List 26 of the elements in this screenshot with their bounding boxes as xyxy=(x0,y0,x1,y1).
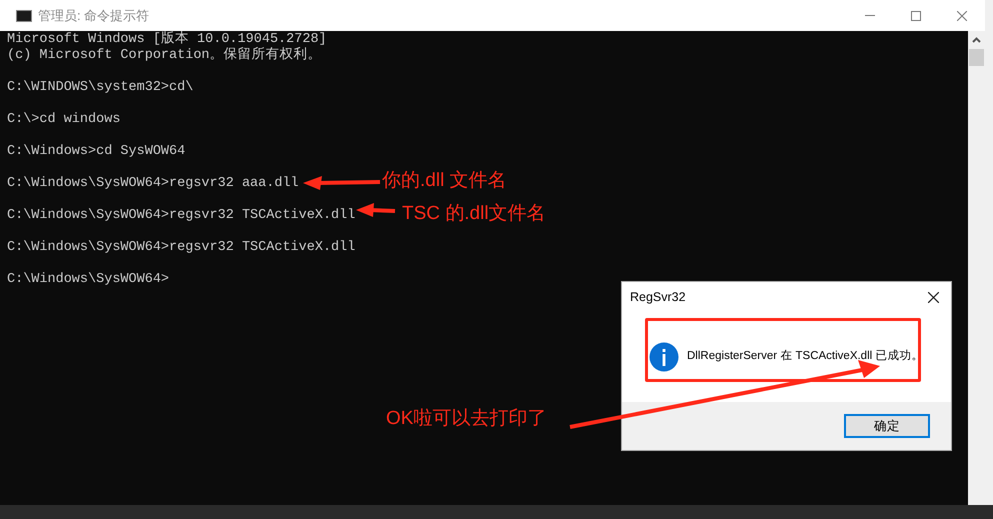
console-line: C:\WINDOWS\system32>cd\ xyxy=(7,80,194,96)
scroll-up-icon[interactable] xyxy=(972,37,981,43)
minimize-icon xyxy=(865,15,875,16)
dialog-message: DllRegisterServer 在 TSCActiveX.dll 已成功。 xyxy=(687,348,924,364)
console-line: (c) Microsoft Corporation。保留所有权利。 xyxy=(7,48,322,64)
console-app-icon xyxy=(16,10,32,22)
scrollbar-thumb[interactable] xyxy=(969,49,984,66)
window-title: 管理员: 命令提示符 xyxy=(38,6,150,25)
ok-button[interactable]: 确定 xyxy=(844,414,930,438)
close-icon xyxy=(928,292,938,302)
maximize-icon xyxy=(911,10,921,20)
close-button[interactable] xyxy=(925,289,941,305)
close-icon xyxy=(957,10,967,20)
annotation-arrow xyxy=(356,203,396,217)
info-icon xyxy=(649,342,679,372)
annotation-label: 你的.dll 文件名 xyxy=(382,169,507,193)
console-line: C:\Windows\SysWOW64>regsvr32 TSCActiveX.dll xyxy=(7,240,356,256)
console-line: Microsoft Windows [版本 10.0.19045.2728] xyxy=(7,32,327,47)
annotation-label: TSC 的.dll文件名 xyxy=(402,202,546,226)
console-line: C:\Windows\SysWOW64>regsvr32 TSCActiveX.dll xyxy=(7,208,356,224)
annotation-label: OK啦可以去打印了 xyxy=(386,407,546,431)
console-line: C:\Windows\SysWOW64>regsvr32 aaa.dll xyxy=(7,176,299,192)
console-line: C:\Windows>cd SysWOW64 xyxy=(7,144,186,160)
dialog-title: RegSvr32 xyxy=(630,288,686,306)
console-line: C:\Windows\SysWOW64> xyxy=(7,272,170,288)
console-line: C:\>cd windows xyxy=(7,112,120,128)
